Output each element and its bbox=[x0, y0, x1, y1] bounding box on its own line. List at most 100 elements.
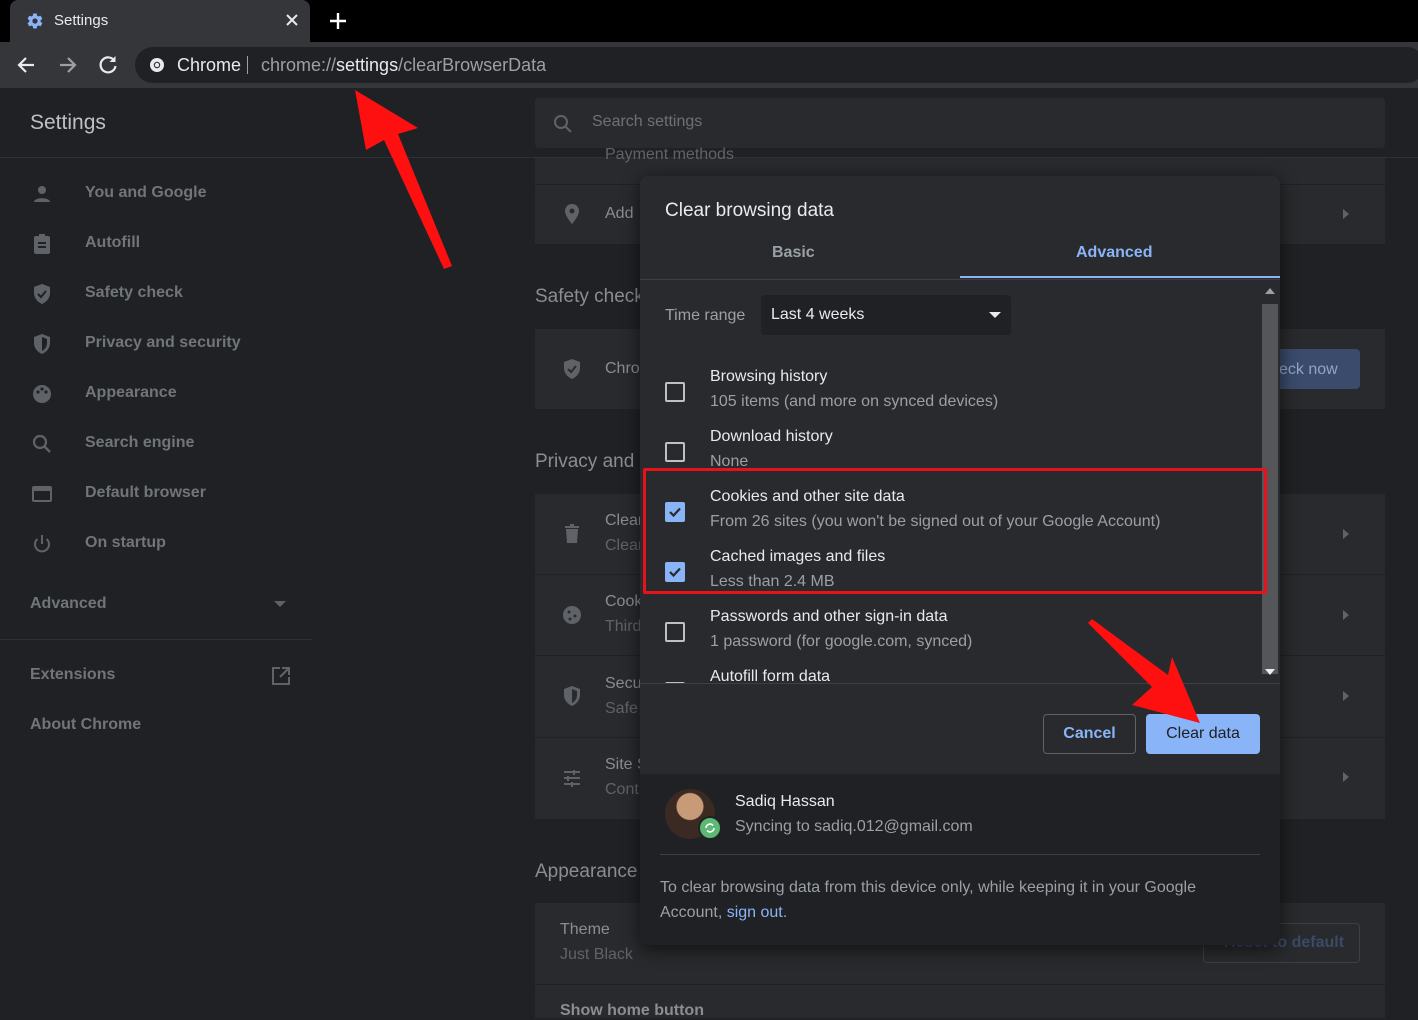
security-row-desc: Safe bbox=[605, 700, 638, 717]
tab-settings[interactable]: Settings bbox=[10, 0, 310, 42]
chevron-right-icon bbox=[1343, 529, 1349, 539]
theme-row-desc: Just Black bbox=[560, 946, 633, 963]
option-title: Passwords and other sign-in data bbox=[710, 608, 948, 625]
page-title: Settings bbox=[30, 111, 106, 134]
url-path: /clearBrowserData bbox=[398, 55, 547, 75]
sidebar-advanced[interactable]: Advanced bbox=[30, 595, 106, 613]
tune-sliders-icon bbox=[564, 770, 580, 787]
dialog-footer: Sadiq Hassan Syncing to sadiq.012@gmail.… bbox=[640, 774, 1280, 945]
dialog-title: Clear browsing data bbox=[665, 200, 834, 221]
tab-advanced[interactable]: Advanced bbox=[1076, 244, 1152, 262]
chrome-logo-icon bbox=[150, 58, 164, 72]
checkbox[interactable] bbox=[665, 622, 685, 642]
site-settings-row-desc: Cont bbox=[605, 781, 639, 798]
chevron-right-icon bbox=[1343, 610, 1349, 620]
time-range-label: Time range bbox=[665, 307, 746, 324]
sidebar-item-autofill[interactable]: Autofill bbox=[0, 220, 312, 268]
palette-icon bbox=[33, 385, 51, 403]
tab-strip: Settings bbox=[0, 0, 1418, 42]
chevron-down-icon[interactable] bbox=[274, 601, 286, 607]
chevron-right-icon bbox=[1343, 772, 1349, 782]
checkbox[interactable] bbox=[665, 442, 685, 462]
payment-methods-row[interactable]: Payment methods bbox=[605, 146, 734, 164]
security-row-title[interactable]: Secu bbox=[605, 675, 641, 693]
toolbar: Chrome chrome://settings/clearBrowserDat… bbox=[0, 42, 1418, 88]
forward-arrow-icon[interactable] bbox=[54, 52, 80, 78]
clipboard-icon bbox=[34, 234, 50, 254]
chevron-right-icon bbox=[1343, 691, 1349, 701]
safety-check-text: Chro bbox=[605, 360, 640, 377]
scroll-up-arrow-icon[interactable] bbox=[1265, 288, 1275, 294]
option-title: Download history bbox=[710, 428, 833, 445]
option-title: Browsing history bbox=[710, 368, 828, 385]
sidebar-item-label: Default browser bbox=[85, 484, 206, 501]
omnibox-separator bbox=[247, 56, 248, 74]
address-bar[interactable]: Chrome chrome://settings/clearBrowserDat… bbox=[135, 47, 1418, 83]
sidebar-item-on-startup[interactable]: On startup bbox=[0, 520, 312, 568]
new-tab-plus-icon[interactable] bbox=[327, 10, 349, 32]
url-host: settings bbox=[336, 55, 399, 75]
sidebar-item-label: On startup bbox=[85, 534, 166, 551]
sidebar-item-default-browser[interactable]: Default browser bbox=[0, 470, 312, 518]
sidebar-item-privacy[interactable]: Privacy and security bbox=[0, 320, 312, 368]
sidebar-item-label: Safety check bbox=[85, 284, 183, 301]
search-placeholder: Search settings bbox=[592, 113, 703, 130]
shield-icon bbox=[34, 334, 50, 354]
footer-note: To clear browsing data from this device … bbox=[660, 875, 1260, 925]
tab-basic[interactable]: Basic bbox=[772, 244, 815, 262]
divider bbox=[0, 639, 312, 640]
sidebar-item-label: Search engine bbox=[85, 434, 195, 451]
checkbox[interactable] bbox=[665, 382, 685, 402]
red-annotation-arrow-icon bbox=[355, 90, 452, 269]
option-title: Autofill form data bbox=[710, 668, 831, 683]
sidebar-item-extensions[interactable]: Extensions bbox=[30, 666, 115, 684]
sidebar-item-label: Appearance bbox=[85, 384, 177, 401]
shield-check-icon bbox=[564, 359, 580, 379]
time-range-value: Last 4 weeks bbox=[771, 306, 865, 323]
cookies-row-title[interactable]: Cook bbox=[605, 593, 642, 611]
divider bbox=[535, 984, 1385, 985]
location-pin-icon bbox=[565, 204, 579, 224]
person-icon bbox=[34, 186, 50, 202]
sidebar-item-appearance[interactable]: Appearance bbox=[0, 370, 312, 418]
sidebar: You and Google Autofill Safety check Pri… bbox=[0, 159, 312, 1018]
sidebar-item-search-engine[interactable]: Search engine bbox=[0, 420, 312, 468]
sign-out-link[interactable]: sign out bbox=[727, 904, 783, 921]
sidebar-item-label: Privacy and security bbox=[85, 334, 241, 351]
power-icon bbox=[34, 535, 50, 553]
cookies-row-desc: Third bbox=[605, 618, 642, 635]
theme-row-title[interactable]: Theme bbox=[560, 921, 610, 939]
url-text[interactable]: chrome://settings/clearBrowserData bbox=[261, 55, 546, 76]
active-tab-indicator bbox=[960, 276, 1280, 278]
show-home-button-row[interactable]: Show home button bbox=[560, 1002, 704, 1020]
chevron-right-icon bbox=[1343, 209, 1349, 219]
option-browsing-history[interactable]: Browsing history 105 items (and more on … bbox=[640, 368, 1260, 430]
privacy-section-title: Privacy and s bbox=[535, 451, 650, 472]
highlight-box bbox=[643, 468, 1267, 594]
shield-icon bbox=[564, 686, 580, 706]
gear-icon bbox=[27, 13, 43, 29]
time-range-select[interactable]: Last 4 weeks bbox=[761, 295, 1011, 335]
open-in-new-icon[interactable] bbox=[270, 665, 292, 687]
clear-data-row-desc: Clear bbox=[605, 537, 644, 554]
shield-check-icon bbox=[34, 284, 50, 304]
clear-data-row-title[interactable]: Clear bbox=[605, 512, 643, 530]
search-input[interactable]: Search settings bbox=[535, 98, 1385, 148]
sidebar-item-about-chrome[interactable]: About Chrome bbox=[30, 716, 141, 734]
close-icon[interactable] bbox=[282, 10, 302, 30]
scroll-down-arrow-icon[interactable] bbox=[1265, 669, 1275, 675]
red-annotation-arrow-icon bbox=[1088, 619, 1200, 723]
addresses-row[interactable]: Add bbox=[605, 205, 633, 223]
back-arrow-icon[interactable] bbox=[14, 52, 40, 78]
browser-icon bbox=[32, 486, 52, 502]
omnibox-origin-label: Chrome bbox=[177, 55, 242, 75]
reload-icon[interactable] bbox=[95, 52, 121, 78]
divider bbox=[660, 854, 1260, 855]
sidebar-item-you-and-google[interactable]: You and Google bbox=[0, 170, 312, 218]
url-prefix: chrome:// bbox=[261, 55, 337, 75]
sync-badge-icon bbox=[698, 816, 722, 840]
safety-check-section-title: Safety check bbox=[535, 286, 644, 307]
sidebar-item-safety-check[interactable]: Safety check bbox=[0, 270, 312, 318]
tab-title: Settings bbox=[54, 12, 109, 29]
search-icon bbox=[32, 434, 51, 453]
